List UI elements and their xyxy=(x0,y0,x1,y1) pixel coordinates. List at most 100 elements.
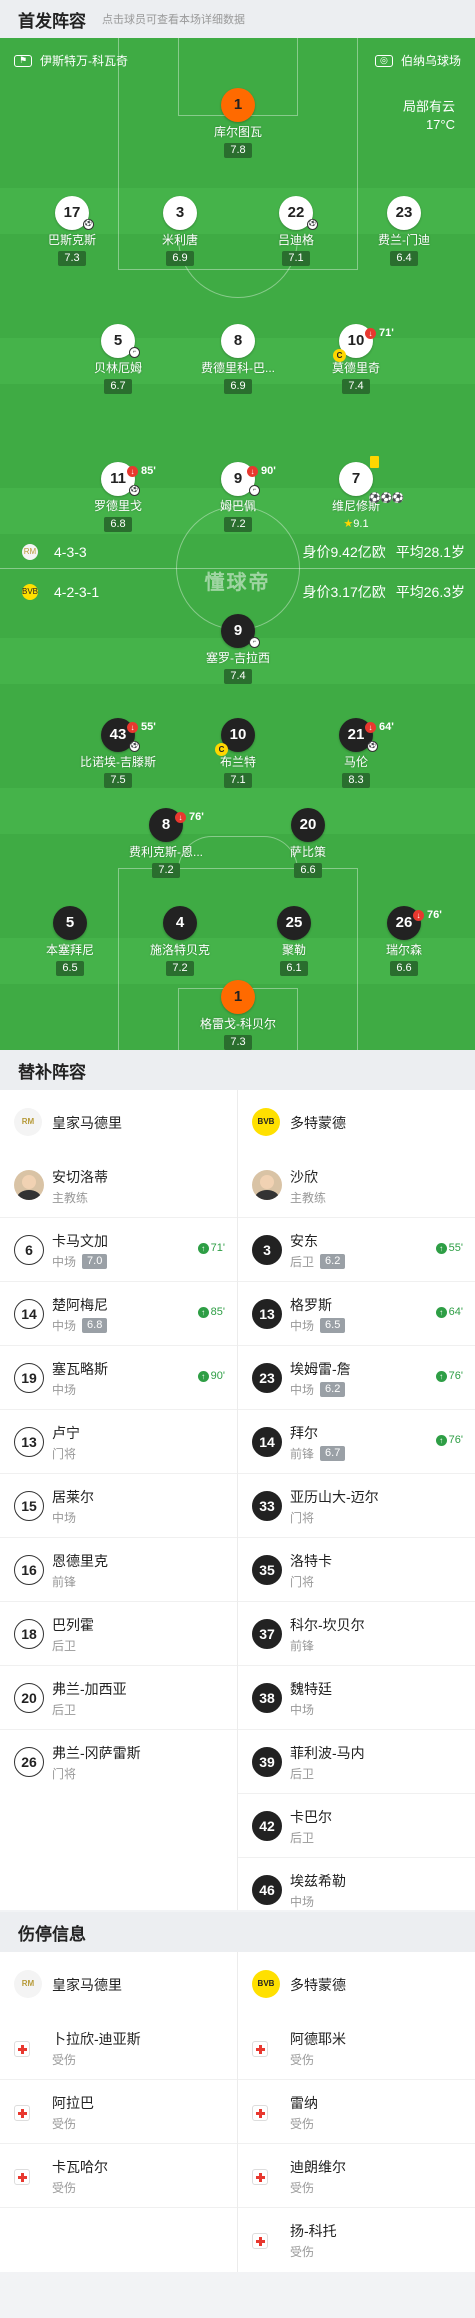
player-name: 马伦 xyxy=(343,755,368,769)
player-name: 瑞尔森 xyxy=(385,943,422,957)
sub-in-time: ↑ 71' xyxy=(197,1242,225,1254)
sub-row[interactable]: 23 埃姆雷-詹 中场 6.2 ↑ 76' xyxy=(238,1346,475,1410)
player-rating: 8.3 xyxy=(342,773,370,788)
sub-row[interactable]: 14 拜尔 前锋 6.7 ↑ 76' xyxy=(238,1410,475,1474)
injury-row[interactable]: 阿德耶米 受伤 xyxy=(238,2016,475,2080)
pitch-player[interactable]: 5 本塞拜尼 6.5 xyxy=(10,906,130,976)
player-name: 莫德里奇 xyxy=(331,361,380,375)
player-rating: 7.4 xyxy=(342,379,370,394)
injury-row[interactable]: 阿拉巴 受伤 xyxy=(0,2080,237,2144)
medical-cross-icon xyxy=(252,2041,268,2057)
sub-row[interactable]: 38 魏特廷 中场 xyxy=(238,1666,475,1730)
player-name: 施洛特贝克 xyxy=(149,943,210,957)
coach-role: 主教练 xyxy=(290,1191,327,1205)
injury-row[interactable]: 扬-科托 受伤 xyxy=(238,2208,475,2272)
sub-row[interactable]: 3 安东 后卫 6.2 ↑ 55' xyxy=(238,1218,475,1282)
pitch-player[interactable]: 10 C 布兰特 7.1 xyxy=(178,718,298,788)
pitch-player[interactable]: 8 费德里科-巴... 6.9 xyxy=(178,324,298,394)
coach-role: 主教练 xyxy=(52,1191,89,1205)
sub-position: 中场 6.8 xyxy=(52,1317,108,1334)
pitch-player[interactable]: 11 ⚽ ↓ 85' 罗德里戈 6.8 xyxy=(58,462,178,532)
injury-status: 受伤 xyxy=(52,2181,77,2195)
pitch-player[interactable]: 9 ⌐ 塞罗-吉拉西 7.4 xyxy=(178,614,298,684)
pitch-player[interactable]: 23 费兰-门迪 6.4 xyxy=(344,196,464,266)
coach-row[interactable]: 沙欣 主教练 xyxy=(238,1154,475,1218)
sub-in-time: ↑ 64' xyxy=(435,1306,463,1318)
coach-row[interactable]: 安切洛蒂 主教练 xyxy=(0,1154,237,1218)
pitch-player[interactable]: 20 萨比策 6.6 xyxy=(248,808,368,878)
assist-boot-icon: ⌐ xyxy=(249,637,260,648)
venue-label: ◎ 伯纳乌球场 xyxy=(374,52,461,69)
sub-row[interactable]: 20 弗兰-加西亚 后卫 xyxy=(0,1666,237,1730)
pitch-player[interactable]: 25 聚勒 6.1 xyxy=(234,906,354,976)
injury-row[interactable]: 雷纳 受伤 xyxy=(238,2080,475,2144)
coach-name: 沙欣 xyxy=(290,1169,318,1185)
sub-row[interactable]: 39 菲利波-马内 后卫 xyxy=(238,1730,475,1794)
sub-row[interactable]: 26 弗兰-冈萨雷斯 门将 xyxy=(0,1730,237,1794)
pitch-player[interactable]: 7 ⚽⚽⚽ 维尼修斯 ★9.1 xyxy=(296,456,416,532)
player-number: 11 ⚽ ↓ 85' xyxy=(101,462,156,496)
pitch-player[interactable]: 8 ↓ 76' 费利克斯-恩... 7.2 xyxy=(106,808,226,878)
home-subs-column: RM 皇家马德里 安切洛蒂 主教练 6 卡马文加 中场 7.0 ↑ 71' 14 楚阿梅尼中… xyxy=(0,1090,237,1794)
sub-number: 14 xyxy=(14,1299,44,1329)
player-name: 贝林厄姆 xyxy=(93,361,142,375)
team-row[interactable]: BVB 多特蒙德 xyxy=(238,1090,475,1154)
player-number: 1 xyxy=(221,88,255,122)
sub-row[interactable]: 6 卡马文加 中场 7.0 ↑ 71' xyxy=(0,1218,237,1282)
medical-cross-icon xyxy=(14,2105,30,2121)
sub-number: 37 xyxy=(252,1619,282,1649)
sub-position: 门将 xyxy=(52,1447,77,1461)
team-row[interactable]: BVB 多特蒙德 xyxy=(238,1952,475,2016)
sub-row[interactable]: 33 亚历山大-迈尔 门将 xyxy=(238,1474,475,1538)
stadium-icon: ◎ xyxy=(374,54,393,67)
injured-player-name: 阿拉巴 xyxy=(52,2095,94,2111)
team-name: 皇家马德里 xyxy=(52,1977,122,1993)
sub-out-marker: ↓ 85' xyxy=(127,454,156,488)
lineup-pitch: ⚑ 伊斯特万-科瓦奇 ◎ 伯纳乌球场 局部有云 17°C 懂球帝 RM 4-3-… xyxy=(0,38,475,1050)
pitch-player[interactable]: 3 米利唐 6.9 xyxy=(120,196,240,266)
sub-row[interactable]: 14 楚阿梅尼 中场 6.8 ↑ 85' xyxy=(0,1282,237,1346)
sub-row[interactable]: 18 巴列霍 后卫 xyxy=(0,1602,237,1666)
section-title: 替补阵容 xyxy=(18,1062,86,1082)
sub-row[interactable]: 16 恩德里克 前锋 xyxy=(0,1538,237,1602)
medical-cross-icon xyxy=(14,2041,30,2057)
sub-row[interactable]: 13 格罗斯 中场 6.5 ↑ 64' xyxy=(238,1282,475,1346)
pitch-player[interactable]: 1 格雷戈-科贝尔 7.3 xyxy=(178,980,298,1050)
player-number: 7 ⚽⚽⚽ xyxy=(339,456,404,504)
sub-row[interactable]: 13 卢宁 门将 xyxy=(0,1410,237,1474)
injury-row[interactable]: 迪朗维尔 受伤 xyxy=(238,2144,475,2208)
player-number: 26 ↓ 76' xyxy=(387,906,442,940)
sub-position: 中场 6.5 xyxy=(290,1317,346,1334)
pitch-player[interactable]: 9 ⌐ ↓ 90' 姆巴佩 7.2 xyxy=(178,462,298,532)
player-number: 4 xyxy=(163,906,197,940)
pitch-player[interactable]: 10 C ↓ 71' 莫德里奇 7.4 xyxy=(296,324,416,394)
injury-status: 受伤 xyxy=(52,2053,77,2067)
sub-row[interactable]: 15 居莱尔 中场 xyxy=(0,1474,237,1538)
sub-row[interactable]: 42 卡巴尔 后卫 xyxy=(238,1794,475,1858)
team-row[interactable]: RM 皇家马德里 xyxy=(0,1090,237,1154)
player-name: 萨比策 xyxy=(289,845,326,859)
pitch-player[interactable]: 4 施洛特贝克 7.2 xyxy=(120,906,240,976)
pitch-player[interactable]: 17 ⚽ 巴斯克斯 7.3 xyxy=(12,196,132,266)
pitch-player[interactable]: 5 ⌐ 贝林厄姆 6.7 xyxy=(58,324,178,394)
sub-position: 中场 xyxy=(290,1895,315,1909)
sub-in-arrow-icon: ↑ xyxy=(197,1307,209,1318)
sub-row[interactable]: 37 科尔-坎贝尔 前锋 xyxy=(238,1602,475,1666)
sub-rating: 6.2 xyxy=(320,1382,346,1397)
sub-row[interactable]: 35 洛特卡 门将 xyxy=(238,1538,475,1602)
player-name: 费利克斯-恩... xyxy=(129,845,203,859)
sub-name: 弗兰-加西亚 xyxy=(52,1681,127,1697)
sub-in-arrow-icon: ↑ xyxy=(435,1371,447,1382)
pitch-player[interactable]: 1 库尔图瓦 7.8 xyxy=(178,88,298,158)
pitch-player[interactable]: 21 ⚽ ↓ 64' 马伦 8.3 xyxy=(296,718,416,788)
sub-name: 格罗斯 xyxy=(290,1297,332,1313)
pitch-player[interactable]: 22 ⚽ 吕迪格 7.1 xyxy=(236,196,356,266)
dortmund-logo-icon: BVB xyxy=(22,584,38,600)
pitch-player[interactable]: 26 ↓ 76' 瑞尔森 6.6 xyxy=(344,906,464,976)
injury-row[interactable]: 卡瓦哈尔 受伤 xyxy=(0,2144,237,2208)
injury-row[interactable]: 卜拉欣-迪亚斯 受伤 xyxy=(0,2016,237,2080)
dortmund-logo-icon: BVB xyxy=(252,1970,280,1998)
pitch-player[interactable]: 43 ⚽ ↓ 55' 比诺埃-吉滕斯 7.5 xyxy=(58,718,178,788)
team-row[interactable]: RM 皇家马德里 xyxy=(0,1952,237,2016)
sub-row[interactable]: 19 塞瓦略斯 中场 ↑ 90' xyxy=(0,1346,237,1410)
